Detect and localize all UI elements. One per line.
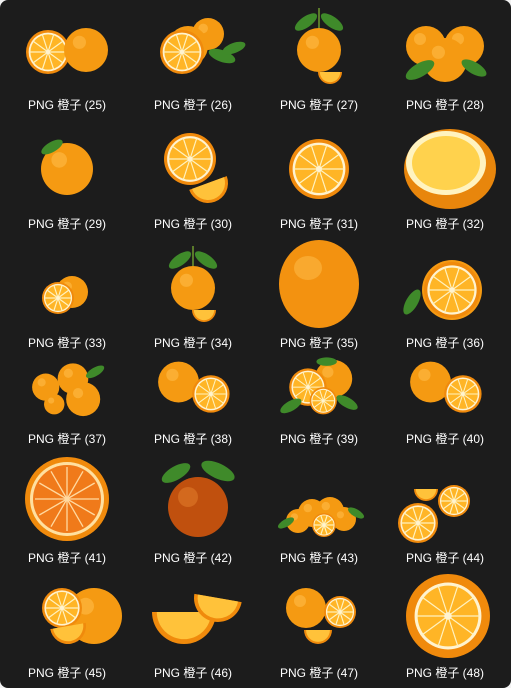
file-thumbnail-tile[interactable]: PNG 橙子 (32) <box>382 118 508 234</box>
file-thumbnail-tile[interactable]: PNG 橙子 (41) <box>4 456 130 572</box>
file-thumbnail-tile[interactable]: PNG 橙子 (26) <box>130 0 256 116</box>
orange-image-icon <box>390 0 500 94</box>
file-thumbnail-tile[interactable]: PNG 橙子 (31) <box>256 118 382 234</box>
file-name-label: PNG 橙子 (32) <box>405 217 484 231</box>
orange-image-icon <box>264 0 374 94</box>
orange-image-icon <box>264 348 374 428</box>
file-thumbnail-tile[interactable]: PNG 橙子 (30) <box>130 118 256 234</box>
file-name-label: PNG 橙子 (39) <box>279 432 358 446</box>
file-name-label: PNG 橙子 (41) <box>27 551 106 565</box>
orange-image-icon <box>390 238 500 332</box>
orange-image-icon <box>138 568 248 662</box>
file-name-label: PNG 橙子 (29) <box>27 217 106 231</box>
file-thumbnail-tile[interactable]: PNG 橙子 (33) <box>4 236 130 352</box>
file-name-label: PNG 橙子 (44) <box>405 551 484 565</box>
orange-image-icon <box>390 119 500 213</box>
orange-image-icon <box>138 238 248 332</box>
orange-image-icon <box>390 348 500 428</box>
file-thumbnail-tile[interactable]: PNG 橙子 (48) <box>382 570 508 686</box>
file-thumbnail-tile[interactable]: PNG 橙子 (38) <box>130 346 256 462</box>
file-name-label: PNG 橙子 (45) <box>27 666 106 680</box>
file-thumbnail-tile[interactable]: PNG 橙子 (28) <box>382 0 508 116</box>
file-thumbnail-tile[interactable]: PNG 橙子 (46) <box>130 570 256 686</box>
file-thumbnail-tile[interactable]: PNG 橙子 (43) <box>256 456 382 572</box>
orange-image-icon <box>264 453 374 547</box>
file-name-label: PNG 橙子 (25) <box>27 98 106 112</box>
file-thumbnail-tile[interactable]: PNG 橙子 (36) <box>382 236 508 352</box>
file-name-label: PNG 橙子 (27) <box>279 98 358 112</box>
orange-image-icon <box>264 568 374 662</box>
file-name-label: PNG 橙子 (43) <box>279 551 358 565</box>
file-thumbnail-tile[interactable]: PNG 橙子 (25) <box>4 0 130 116</box>
file-name-label: PNG 橙子 (40) <box>405 432 484 446</box>
file-thumbnail-tile[interactable]: PNG 橙子 (39) <box>256 346 382 462</box>
file-name-label: PNG 橙子 (38) <box>153 432 232 446</box>
file-thumbnail-tile[interactable]: PNG 橙子 (35) <box>256 236 382 352</box>
file-thumbnail-tile[interactable]: PNG 橙子 (42) <box>130 456 256 572</box>
file-name-label: PNG 橙子 (37) <box>27 432 106 446</box>
orange-image-icon <box>12 0 122 94</box>
file-name-label: PNG 橙子 (46) <box>153 666 232 680</box>
file-thumbnail-tile[interactable]: PNG 橙子 (40) <box>382 346 508 462</box>
orange-image-icon <box>12 568 122 662</box>
file-name-label: PNG 橙子 (42) <box>153 551 232 565</box>
file-thumbnail-tile[interactable]: PNG 橙子 (45) <box>4 570 130 686</box>
orange-image-icon <box>390 453 500 547</box>
orange-image-icon <box>138 453 248 547</box>
file-thumbnail-tile[interactable]: PNG 橙子 (27) <box>256 0 382 116</box>
orange-image-icon <box>138 119 248 213</box>
file-thumbnail-tile[interactable]: PNG 橙子 (47) <box>256 570 382 686</box>
orange-image-icon <box>264 119 374 213</box>
file-name-label: PNG 橙子 (31) <box>279 217 358 231</box>
orange-image-icon <box>12 453 122 547</box>
orange-image-icon <box>12 238 122 332</box>
file-name-label: PNG 橙子 (47) <box>279 666 358 680</box>
file-thumbnail-tile[interactable]: PNG 橙子 (37) <box>4 346 130 462</box>
orange-image-icon <box>138 0 248 94</box>
orange-image-icon <box>264 238 374 332</box>
file-name-label: PNG 橙子 (30) <box>153 217 232 231</box>
file-thumbnail-tile[interactable]: PNG 橙子 (29) <box>4 118 130 234</box>
file-thumbnail-tile[interactable]: PNG 橙子 (34) <box>130 236 256 352</box>
file-name-label: PNG 橙子 (26) <box>153 98 232 112</box>
orange-image-icon <box>138 348 248 428</box>
file-name-label: PNG 橙子 (28) <box>405 98 484 112</box>
orange-image-icon <box>12 348 122 428</box>
file-thumbnail-tile[interactable]: PNG 橙子 (44) <box>382 456 508 572</box>
file-name-label: PNG 橙子 (48) <box>405 666 484 680</box>
orange-image-icon <box>390 568 500 662</box>
orange-image-icon <box>12 119 122 213</box>
thumbnail-grid: PNG 橙子 (25) PNG 橙子 (26) PNG 橙子 (27) PNG … <box>0 0 511 688</box>
